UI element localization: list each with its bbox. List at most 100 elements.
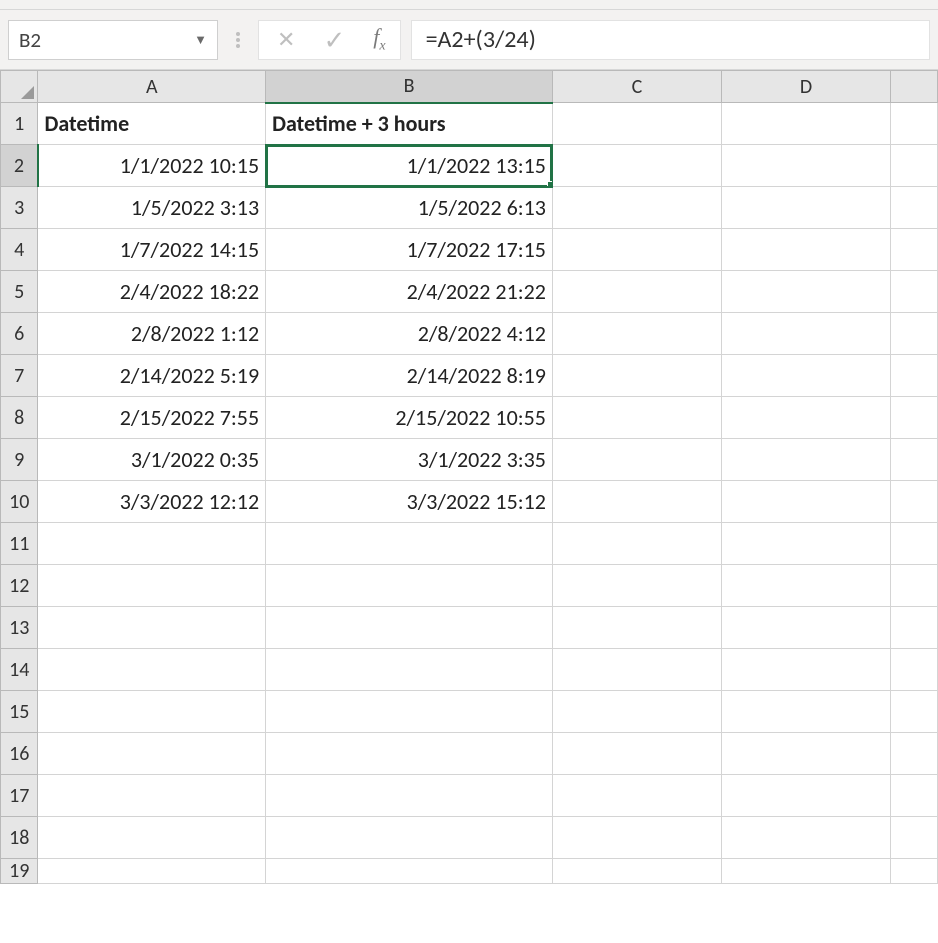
col-header-B[interactable]: B (266, 71, 553, 103)
cell-D5[interactable] (721, 271, 890, 313)
cell-D1[interactable] (721, 103, 890, 145)
cell-C7[interactable] (552, 355, 721, 397)
cell-B17[interactable] (266, 775, 553, 817)
cell-E16[interactable] (891, 733, 938, 775)
row-header-11[interactable]: 11 (1, 523, 38, 565)
select-all-corner[interactable] (1, 71, 38, 103)
cell-E14[interactable] (891, 649, 938, 691)
cell-A3[interactable]: 1/5/2022 3:13 (38, 187, 266, 229)
cell-B2[interactable]: 1/1/2022 13:15 (266, 145, 553, 187)
cell-E17[interactable] (891, 775, 938, 817)
row-header-1[interactable]: 1 (1, 103, 38, 145)
cell-E15[interactable] (891, 691, 938, 733)
cell-D11[interactable] (721, 523, 890, 565)
formula-input[interactable] (426, 25, 915, 54)
cell-A9[interactable]: 3/1/2022 0:35 (38, 439, 266, 481)
cell-D18[interactable] (721, 817, 890, 859)
cell-D2[interactable] (721, 145, 890, 187)
name-box[interactable]: B2 ▼ (8, 20, 218, 60)
cell-D13[interactable] (721, 607, 890, 649)
row-header-10[interactable]: 10 (1, 481, 38, 523)
cell-D6[interactable] (721, 313, 890, 355)
cell-A18[interactable] (38, 817, 266, 859)
cell-D7[interactable] (721, 355, 890, 397)
cell-C3[interactable] (552, 187, 721, 229)
fx-icon[interactable]: fx (373, 24, 385, 54)
cell-A2[interactable]: 1/1/2022 10:15 (38, 145, 266, 187)
cell-D14[interactable] (721, 649, 890, 691)
row-header-3[interactable]: 3 (1, 187, 38, 229)
cell-A1[interactable]: Datetime (38, 103, 266, 145)
cell-E2[interactable] (891, 145, 938, 187)
enter-icon[interactable]: ✓ (323, 24, 345, 56)
row-header-7[interactable]: 7 (1, 355, 38, 397)
cell-B3[interactable]: 1/5/2022 6:13 (266, 187, 553, 229)
row-header-5[interactable]: 5 (1, 271, 38, 313)
row-header-18[interactable]: 18 (1, 817, 38, 859)
row-header-19[interactable]: 19 (1, 859, 38, 884)
cell-B16[interactable] (266, 733, 553, 775)
cell-B14[interactable] (266, 649, 553, 691)
cell-C2[interactable] (552, 145, 721, 187)
cell-E11[interactable] (891, 523, 938, 565)
cell-C11[interactable] (552, 523, 721, 565)
cell-A13[interactable] (38, 607, 266, 649)
cell-C5[interactable] (552, 271, 721, 313)
cell-E5[interactable] (891, 271, 938, 313)
row-header-4[interactable]: 4 (1, 229, 38, 271)
cell-D8[interactable] (721, 397, 890, 439)
cell-A14[interactable] (38, 649, 266, 691)
cell-E7[interactable] (891, 355, 938, 397)
cell-A6[interactable]: 2/8/2022 1:12 (38, 313, 266, 355)
cell-C9[interactable] (552, 439, 721, 481)
row-header-16[interactable]: 16 (1, 733, 38, 775)
cell-A5[interactable]: 2/4/2022 18:22 (38, 271, 266, 313)
cell-B11[interactable] (266, 523, 553, 565)
cell-C14[interactable] (552, 649, 721, 691)
cell-C10[interactable] (552, 481, 721, 523)
cell-B13[interactable] (266, 607, 553, 649)
cell-B1[interactable]: Datetime + 3 hours (266, 103, 553, 145)
cell-E18[interactable] (891, 817, 938, 859)
cell-D16[interactable] (721, 733, 890, 775)
row-header-14[interactable]: 14 (1, 649, 38, 691)
cell-A17[interactable] (38, 775, 266, 817)
cell-B5[interactable]: 2/4/2022 21:22 (266, 271, 553, 313)
cell-B18[interactable] (266, 817, 553, 859)
cell-D4[interactable] (721, 229, 890, 271)
cell-C6[interactable] (552, 313, 721, 355)
row-header-8[interactable]: 8 (1, 397, 38, 439)
cell-E3[interactable] (891, 187, 938, 229)
fill-handle[interactable] (547, 181, 553, 187)
cell-B6[interactable]: 2/8/2022 4:12 (266, 313, 553, 355)
cell-A16[interactable] (38, 733, 266, 775)
row-header-15[interactable]: 15 (1, 691, 38, 733)
cell-E1[interactable] (891, 103, 938, 145)
cell-D10[interactable] (721, 481, 890, 523)
cell-E19[interactable] (891, 859, 938, 884)
row-header-13[interactable]: 13 (1, 607, 38, 649)
cell-B15[interactable] (266, 691, 553, 733)
cell-B19[interactable] (266, 859, 553, 884)
row-header-9[interactable]: 9 (1, 439, 38, 481)
cell-B9[interactable]: 3/1/2022 3:35 (266, 439, 553, 481)
cell-C18[interactable] (552, 817, 721, 859)
cell-C17[interactable] (552, 775, 721, 817)
cell-E6[interactable] (891, 313, 938, 355)
cell-D19[interactable] (721, 859, 890, 884)
cancel-icon[interactable]: ✕ (277, 26, 295, 53)
col-header-C[interactable]: C (552, 71, 721, 103)
cell-D12[interactable] (721, 565, 890, 607)
cell-D17[interactable] (721, 775, 890, 817)
cell-C8[interactable] (552, 397, 721, 439)
cell-B7[interactable]: 2/14/2022 8:19 (266, 355, 553, 397)
cell-B8[interactable]: 2/15/2022 10:55 (266, 397, 553, 439)
cell-B12[interactable] (266, 565, 553, 607)
row-header-17[interactable]: 17 (1, 775, 38, 817)
cell-A15[interactable] (38, 691, 266, 733)
cell-B10[interactable]: 3/3/2022 15:12 (266, 481, 553, 523)
cell-B4[interactable]: 1/7/2022 17:15 (266, 229, 553, 271)
cell-E12[interactable] (891, 565, 938, 607)
cell-E9[interactable] (891, 439, 938, 481)
chevron-down-icon[interactable]: ▼ (194, 32, 207, 48)
